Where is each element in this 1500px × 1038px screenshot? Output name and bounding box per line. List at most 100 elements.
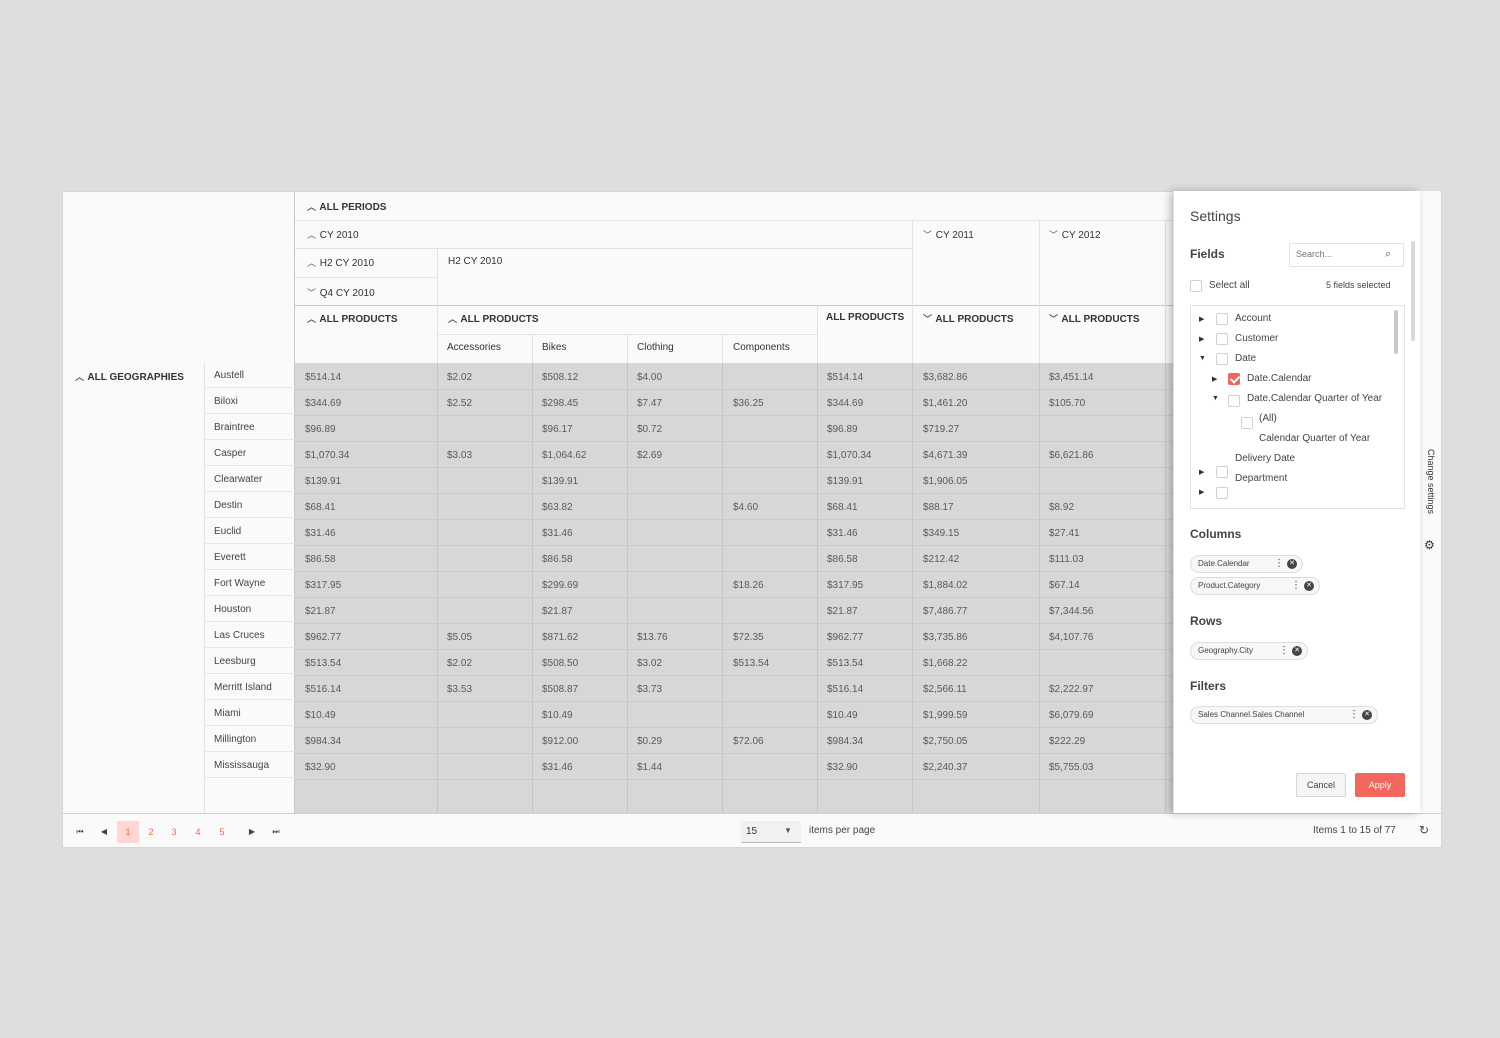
first-page-icon[interactable]: ⏮ [71,821,89,843]
header-all-products-4[interactable]: ﹀ ALL PRODUCTS [923,312,1014,325]
columns-heading: Columns [1190,527,1242,541]
page-1[interactable]: 1 [117,821,139,843]
row-header-city: Biloxi [214,396,238,407]
header-q4cy2010[interactable]: ﹀ Q4 CY 2010 [307,286,375,299]
data-cell: $962.77 [827,632,864,643]
account-checkbox[interactable] [1216,313,1228,325]
tree-item-department[interactable]: Department [1235,473,1287,484]
data-cell: $984.34 [305,736,342,747]
more-icon[interactable]: ⋮ [1291,578,1301,594]
expand-icon[interactable]: ▶ [1212,375,1217,383]
close-icon[interactable]: ✕ [1362,710,1372,720]
calendar-quarter-checkbox[interactable] [1241,417,1253,429]
row-chip-geography-city[interactable]: Geography.City ⋮ ✕ [1190,642,1308,660]
filters-heading: Filters [1190,679,1227,693]
header-cy2012[interactable]: ﹀ CY 2012 [1049,228,1101,241]
header-all-periods[interactable]: ︿ ALL PERIODS [307,200,386,213]
filter-chip-sales-channel[interactable]: Sales Channel.Sales Channel ⋮ ✕ [1190,706,1378,724]
tree-scrollbar[interactable] [1394,310,1398,354]
tree-item-delivery-date[interactable]: Delivery Date [1235,453,1295,464]
expand-icon[interactable]: ▶ [1199,488,1204,496]
tree-item-date-calendar-quarter[interactable]: Date.Calendar Quarter of Year [1247,393,1382,404]
panel-scrollbar[interactable] [1411,241,1415,341]
tree-item-date[interactable]: Date [1235,353,1256,364]
header-cy2010[interactable]: ︿ CY 2010 [307,228,359,241]
customer-checkbox[interactable] [1216,333,1228,345]
tree-item-calendar-quarter[interactable]: Calendar Quarter of Year [1259,433,1370,444]
fields-selected-count: 5 fields selected [1326,280,1391,290]
expand-icon[interactable]: ▶ [1199,468,1204,476]
page-5[interactable]: 5 [211,821,233,843]
pivot-corner [63,192,295,363]
header-all-products-2[interactable]: ︿ ALL PRODUCTS [448,312,539,325]
header-h2cy2010[interactable]: ︿ H2 CY 2010 [307,256,374,269]
row-header-city: Las Cruces [214,630,265,641]
tree-item-date-calendar[interactable]: Date.Calendar [1247,373,1311,384]
tree-item-account[interactable]: Account [1235,313,1271,324]
collapse-icon[interactable]: ▼ [1199,355,1206,362]
page-4[interactable]: 4 [187,821,209,843]
next-page-icon[interactable]: ▶ [243,821,261,843]
column-divider [912,363,913,813]
select-all-checkbox[interactable] [1190,280,1202,292]
close-icon[interactable]: ✕ [1304,581,1314,591]
expand-icon[interactable]: ▶ [1199,315,1204,323]
row-divider [204,673,295,674]
more-icon[interactable]: ⋮ [1279,643,1289,659]
data-cell: $508.87 [542,684,579,695]
data-cell: $3.53 [447,684,473,695]
row-divider [204,621,295,622]
refresh-icon[interactable]: ↻ [1419,823,1429,837]
data-cell: $96.17 [542,424,573,435]
close-icon[interactable]: ✕ [1292,646,1302,656]
header-all-products-5[interactable]: ﹀ ALL PRODUCTS [1049,312,1140,325]
data-cell: $111.03 [1049,554,1084,565]
date-calendar-checkbox[interactable] [1228,373,1240,385]
field-checkbox[interactable] [1216,487,1228,499]
header-cy2011[interactable]: ﹀ CY 2011 [923,228,974,241]
row-divider [204,595,295,596]
data-cell: $3,735.86 [923,632,968,643]
chevron-down-icon: ﹀ [923,314,933,324]
date-calendar-quarter-checkbox[interactable] [1228,395,1240,407]
data-cell: $317.95 [827,580,864,591]
last-page-icon[interactable]: ⏭ [267,821,285,843]
data-cell: $516.14 [827,684,864,695]
header-all-products-1[interactable]: ︿ ALL PRODUCTS [307,312,398,325]
search-input[interactable] [1296,249,1376,259]
data-cell: $1.44 [637,762,663,773]
collapse-icon[interactable]: ▼ [1212,395,1219,402]
tree-item-customer[interactable]: Customer [1235,333,1278,344]
field-search[interactable]: ⌕ [1289,243,1404,267]
column-chip-product-category[interactable]: Product.Category ⋮ ✕ [1190,577,1320,595]
close-icon[interactable]: ✕ [1287,559,1297,569]
more-icon[interactable]: ⋮ [1274,556,1284,572]
apply-button[interactable]: Apply [1355,773,1405,797]
row-divider [204,751,295,752]
row-header-city: Austell [214,370,245,381]
column-chip-date-calendar[interactable]: Date.Calendar ⋮ ✕ [1190,555,1303,573]
data-cell: $513.54 [827,658,864,669]
more-icon[interactable]: ⋮ [1349,707,1359,723]
data-cell: $3.03 [447,450,473,461]
header-all-products-3: ALL PRODUCTS [826,312,905,323]
tree-item-all[interactable]: (All) [1259,413,1277,424]
data-cell: $298.45 [542,398,579,409]
header-all-geographies[interactable]: ︿ ALL GEOGRAPHIES [75,370,184,383]
department-checkbox[interactable] [1216,466,1228,478]
date-checkbox[interactable] [1216,353,1228,365]
data-cell: $7,486.77 [923,606,968,617]
data-cell: $871.62 [542,632,579,643]
items-per-page-label: items per page [809,825,876,836]
prev-page-icon[interactable]: ◀ [95,821,113,843]
page-2[interactable]: 2 [140,821,162,843]
row-divider [204,647,295,648]
data-cell: $984.34 [827,736,864,747]
expand-icon[interactable]: ▶ [1199,335,1204,343]
cancel-button[interactable]: Cancel [1296,773,1346,797]
change-settings-tab[interactable]: Change settings ⚙ [1420,191,1441,813]
page-size-select[interactable]: 15 ▼ [741,821,801,843]
row-header-city: Millington [214,734,257,745]
page-3[interactable]: 3 [163,821,185,843]
data-cell: $1,070.34 [305,450,350,461]
